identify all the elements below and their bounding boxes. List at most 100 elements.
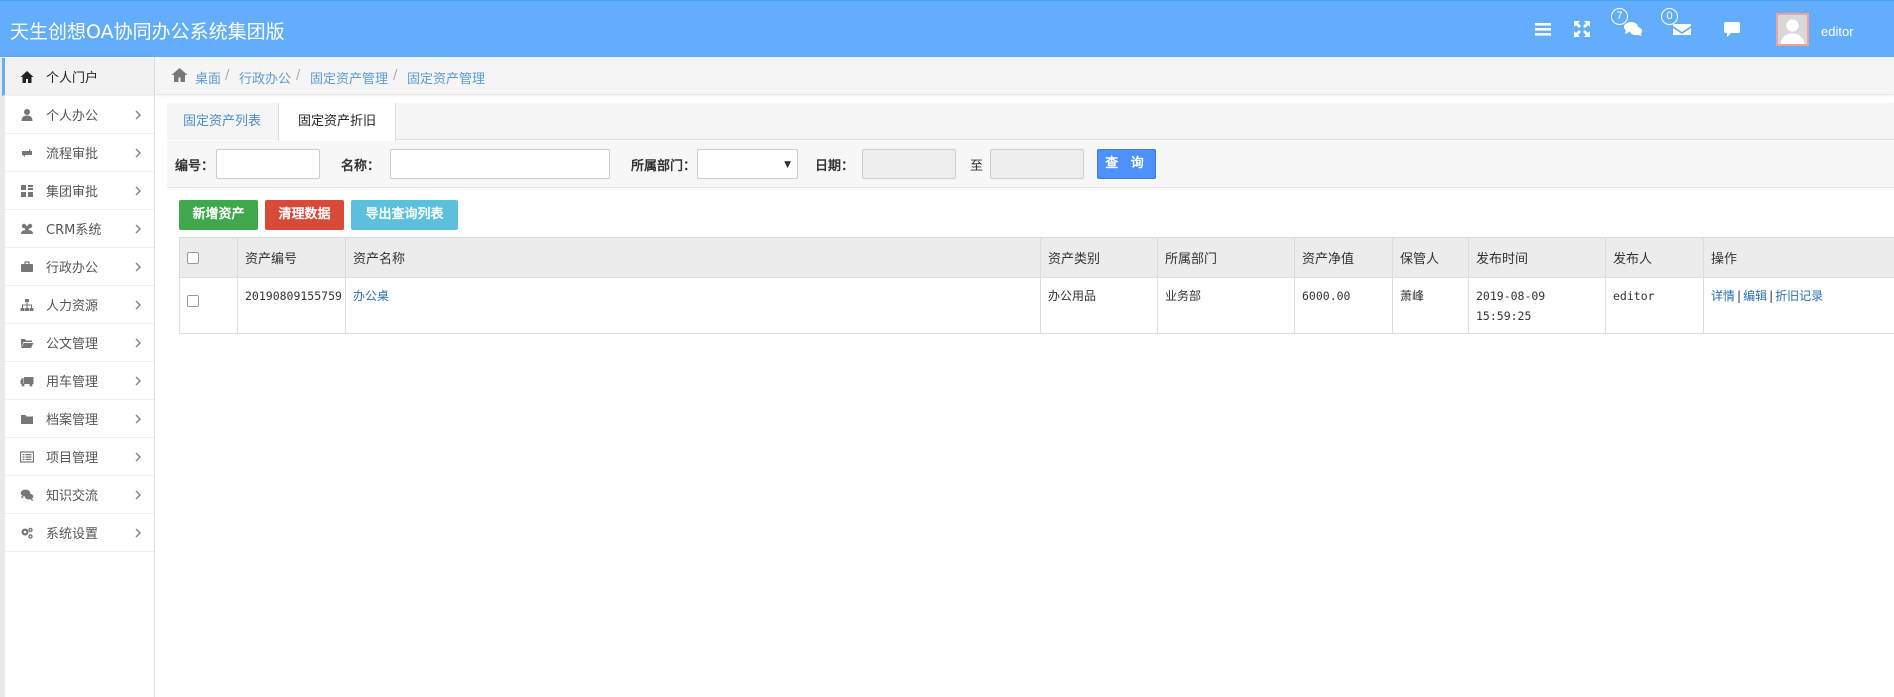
operations-cell: 详情 | 编辑 | 折旧记录 (1703, 277, 1894, 334)
breadcrumb-current[interactable]: 固定资产管理 (407, 68, 485, 87)
sidebar-item-projects[interactable]: 项目管理 (5, 438, 154, 476)
column-header: 发布时间 (1468, 237, 1606, 278)
publish-time: 2019-08-09 15:59:25 (1468, 277, 1606, 334)
column-header: 保管人 (1392, 237, 1469, 278)
add-asset-button[interactable]: 新增资产 (179, 200, 258, 230)
main-panel: 桌面 / 行政办公 / 固定资产管理 / 固定资产管理 固定资产列表 固定资产折… (155, 57, 1894, 697)
username[interactable]: editor (1821, 24, 1854, 39)
comment-icon[interactable] (1721, 18, 1743, 40)
sitemap-icon (20, 298, 34, 312)
chevron-right-icon (134, 298, 142, 312)
clear-data-button[interactable]: 清理数据 (265, 200, 344, 230)
tab-asset-list[interactable]: 固定资产列表 (167, 103, 277, 140)
tab-asset-depreciation[interactable]: 固定资产折旧 (278, 103, 396, 141)
sidebar-item-portal[interactable]: 个人门户 (2, 58, 154, 96)
detail-link[interactable]: 详情 (1711, 289, 1735, 303)
column-header: 操作 (1703, 237, 1894, 278)
chevron-right-icon (134, 108, 142, 122)
breadcrumb-separator: / (225, 68, 230, 83)
name-input[interactable] (390, 149, 610, 179)
publisher: editor (1605, 277, 1704, 334)
content-area (167, 103, 1894, 697)
code-input[interactable] (216, 149, 320, 179)
start-date-input[interactable] (862, 149, 956, 179)
breadcrumb-separator: / (393, 68, 398, 83)
asset-category: 办公用品 (1040, 277, 1158, 334)
chevron-right-icon (134, 412, 142, 426)
column-header: 所属部门 (1157, 237, 1295, 278)
sidebar-item-label: 用车管理 (46, 375, 99, 390)
search-form: 编号： 名称： 所属部门： ▼ 日期： 至 查 询 (167, 141, 1894, 188)
mail-icon[interactable] (1671, 18, 1693, 40)
users-icon (20, 222, 34, 236)
dept-label: 所属部门： (631, 159, 697, 174)
table-row: 20190809155759 办公桌 办公用品 业务部 6000.00 萧峰 2… (179, 277, 1894, 334)
sidebar-item-documents[interactable]: 公文管理 (5, 324, 154, 362)
asset-name-link[interactable]: 办公桌 (353, 289, 389, 303)
menu-toggle-icon[interactable] (1532, 18, 1554, 40)
retweet-icon (20, 146, 34, 160)
sidebar-item-label: 个人门户 (46, 71, 99, 86)
column-header: 资产编号 (237, 237, 346, 278)
row-select-cell (179, 277, 238, 334)
sidebar-item-archives[interactable]: 档案管理 (5, 400, 154, 438)
fullscreen-icon[interactable] (1571, 18, 1593, 40)
end-date-input[interactable] (990, 149, 1084, 179)
sidebar-item-settings[interactable]: 系统设置 (5, 514, 154, 552)
asset-code: 20190809155759 (237, 277, 346, 334)
sidebar-item-label: 个人办公 (46, 109, 99, 124)
folder-icon (20, 412, 34, 426)
grid-icon (20, 184, 34, 198)
briefcase-icon (20, 260, 34, 274)
breadcrumb-link[interactable]: 行政办公 (239, 68, 291, 87)
dept-select[interactable]: ▼ (697, 149, 798, 179)
breadcrumb-link[interactable]: 桌面 (195, 68, 221, 87)
chevron-down-icon: ▼ (784, 160, 791, 170)
sidebar-item-crm[interactable]: CRM系统 (5, 210, 154, 248)
chevron-right-icon (134, 260, 142, 274)
asset-dept: 业务部 (1157, 277, 1295, 334)
chat-icon[interactable] (1622, 18, 1644, 40)
depreciation-record-link[interactable]: 折旧记录 (1775, 289, 1823, 303)
row-checkbox[interactable] (187, 294, 199, 307)
edit-link[interactable]: 编辑 (1743, 289, 1767, 303)
app-title: 天生创想OA协同办公系统集团版 (10, 21, 285, 43)
asset-keeper: 萧峰 (1392, 277, 1469, 334)
home-icon (20, 70, 34, 84)
breadcrumb-separator: / (296, 68, 301, 83)
link-separator: | (1737, 289, 1742, 303)
sidebar-item-admin-office[interactable]: 行政办公 (5, 248, 154, 286)
export-list-button[interactable]: 导出查询列表 (351, 200, 458, 230)
sidebar-item-vehicles[interactable]: 用车管理 (5, 362, 154, 400)
sidebar-item-label: 公文管理 (46, 337, 99, 352)
date-range-to-label: 至 (970, 159, 984, 174)
sidebar-item-workflow[interactable]: 流程审批 (5, 134, 154, 172)
column-header: 资产净值 (1294, 237, 1393, 278)
column-header: 资产名称 (345, 237, 1041, 278)
sidebar-item-label: 流程审批 (46, 147, 99, 162)
name-label: 名称： (341, 159, 381, 174)
chevron-right-icon (134, 488, 142, 502)
chevron-right-icon (134, 336, 142, 350)
breadcrumb: 桌面 / 行政办公 / 固定资产管理 / 固定资产管理 (155, 57, 1894, 95)
truck-icon (20, 374, 34, 388)
asset-value: 6000.00 (1294, 277, 1393, 334)
sidebar-item-group-approval[interactable]: 集团审批 (5, 172, 154, 210)
avatar[interactable] (1776, 13, 1809, 46)
query-button[interactable]: 查 询 (1097, 149, 1156, 179)
code-label: 编号： (175, 159, 215, 174)
home-icon[interactable] (171, 67, 188, 83)
sidebar-item-hr[interactable]: 人力资源 (5, 286, 154, 324)
select-all-checkbox[interactable] (187, 251, 199, 264)
sidebar-item-label: 系统设置 (46, 527, 99, 542)
link-separator: | (1769, 289, 1774, 303)
comments-icon (20, 488, 34, 502)
sidebar-item-knowledge[interactable]: 知识交流 (5, 476, 154, 514)
sidebar-item-label: 人力资源 (46, 299, 99, 314)
sidebar-item-personal-office[interactable]: 个人办公 (5, 96, 154, 134)
sidebar-item-label: 知识交流 (46, 489, 99, 504)
chevron-right-icon (134, 184, 142, 198)
breadcrumb-link[interactable]: 固定资产管理 (310, 68, 388, 87)
sidebar-item-label: CRM系统 (46, 223, 102, 238)
date-label: 日期： (815, 159, 855, 174)
